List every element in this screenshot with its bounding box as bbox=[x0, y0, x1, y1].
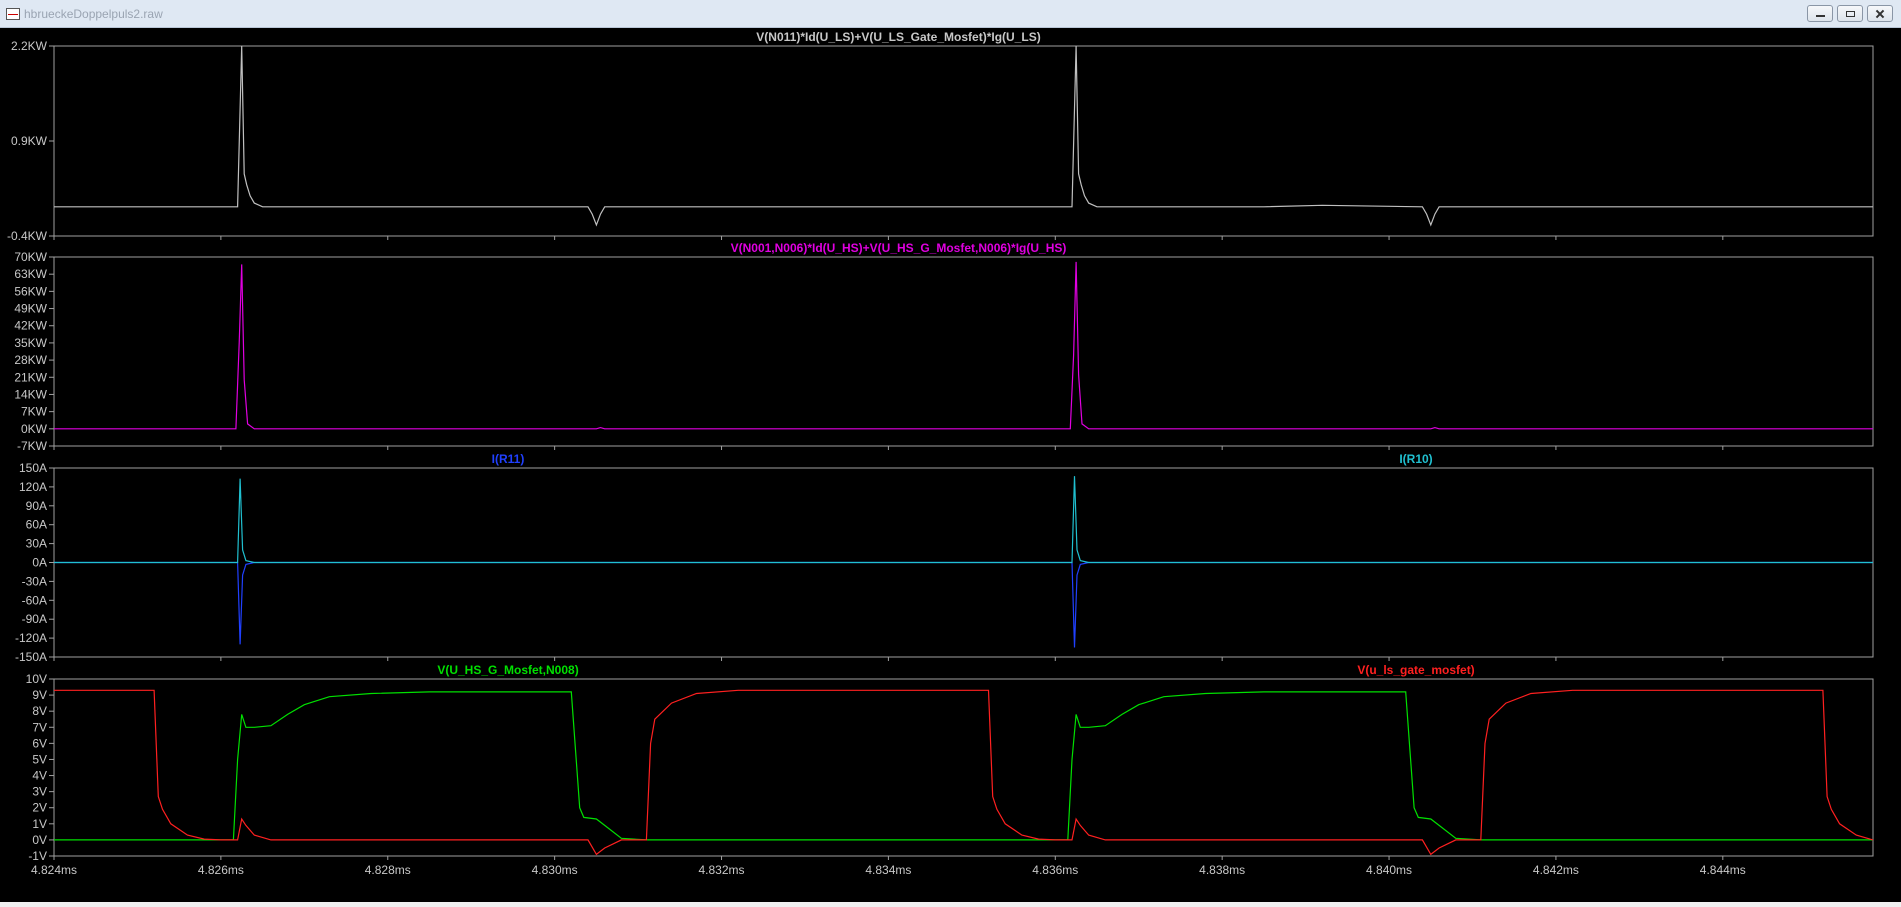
trace-legend-label: V(U_HS_G_Mosfet,N008) bbox=[437, 663, 578, 677]
trace-legend-label: I(R11) bbox=[492, 452, 525, 466]
y-tick-label: 1V bbox=[32, 817, 47, 831]
minimize-icon bbox=[1816, 14, 1825, 17]
plot-pane-3: 150A 120A 90A 60A 30A 0A -30A -60A -90A -120A -150… bbox=[15, 452, 1874, 664]
trace-legend-label: V(u_ls_gate_mosfet) bbox=[1357, 663, 1474, 677]
plot-frame bbox=[53, 678, 1874, 857]
y-tick-label: 28KW bbox=[14, 353, 47, 367]
y-tick-label: 63KW bbox=[14, 267, 47, 281]
y-tick-label: 7V bbox=[32, 720, 47, 734]
y-tick-label: -0.4KW bbox=[7, 229, 48, 243]
x-tick-label: 4.834ms bbox=[865, 863, 911, 877]
x-tick-label: 4.830ms bbox=[532, 863, 578, 877]
series-line bbox=[54, 261, 1873, 430]
x-tick-label: 4.842ms bbox=[1533, 863, 1579, 877]
y-tick-label: -120A bbox=[15, 631, 47, 645]
y-tick-label: -150A bbox=[15, 650, 47, 664]
y-tick-label: 7KW bbox=[21, 405, 48, 419]
y-tick-label: 0V bbox=[32, 833, 47, 847]
window-titlebar: hbrueckeDoppelpuls2.raw bbox=[0, 0, 1901, 28]
close-button[interactable] bbox=[1867, 5, 1893, 22]
y-tick-label: 42KW bbox=[14, 319, 47, 333]
close-icon bbox=[1876, 11, 1885, 17]
x-tick-label: 4.832ms bbox=[699, 863, 745, 877]
window-controls bbox=[1807, 5, 1893, 22]
y-tick-label: 0KW bbox=[21, 422, 48, 436]
y-tick-label: -30A bbox=[22, 574, 47, 588]
maximize-button[interactable] bbox=[1837, 5, 1863, 22]
y-tick-label: 90A bbox=[26, 499, 47, 513]
y-tick-label: 0.9KW bbox=[11, 134, 48, 148]
x-tick-label: 4.836ms bbox=[1032, 863, 1078, 877]
x-tick-label: 4.840ms bbox=[1366, 863, 1412, 877]
minimize-button[interactable] bbox=[1807, 5, 1833, 22]
plot-frame bbox=[53, 45, 1874, 237]
y-tick-label: 35KW bbox=[14, 336, 47, 350]
y-tick-label: 120A bbox=[19, 480, 47, 494]
series-line bbox=[54, 476, 1873, 564]
x-tick-label: 4.838ms bbox=[1199, 863, 1245, 877]
series-line bbox=[54, 691, 1873, 841]
series-line bbox=[54, 689, 1874, 856]
y-tick-label: 6V bbox=[32, 736, 47, 750]
trace-title: V(N001,N006)*Id(U_HS)+V(U_HS_G_Mosfet,N0… bbox=[731, 241, 1067, 255]
y-tick-label: 0A bbox=[32, 556, 47, 570]
y-tick-label: 8V bbox=[32, 704, 47, 718]
y-tick-label: 10V bbox=[26, 672, 47, 686]
y-tick-label: 49KW bbox=[14, 302, 47, 316]
waveform-app-icon bbox=[6, 8, 20, 20]
plot-pane-4: 10V 9V 8V 7V 6V 5V 4V 3V 2V 1V 0V -1V V(U_HS_G_Mosfe… bbox=[26, 663, 1874, 863]
y-tick-label: 2.2KW bbox=[11, 39, 48, 53]
trace-legend-label: I(R10) bbox=[1399, 452, 1432, 466]
y-tick-label: 70KW bbox=[14, 250, 47, 264]
x-tick-label: 4.844ms bbox=[1700, 863, 1746, 877]
x-tick-label: 4.826ms bbox=[198, 863, 244, 877]
plot-pane-1: 2.2KW 0.9KW -0.4KW V(N011)*Id(U_LS)+V(U_LS_… bbox=[7, 30, 1874, 243]
y-tick-label: 21KW bbox=[14, 370, 47, 384]
y-tick-label: 150A bbox=[19, 461, 47, 475]
y-tick-label: 2V bbox=[32, 801, 47, 815]
trace-title: V(N011)*Id(U_LS)+V(U_LS_Gate_Mosfet)*Ig(… bbox=[756, 30, 1040, 44]
y-tick-label: 56KW bbox=[14, 284, 47, 298]
plot-frame bbox=[53, 256, 1874, 447]
x-tick-label: 4.824ms bbox=[31, 863, 77, 877]
series-line bbox=[54, 561, 1873, 648]
y-tick-label: -60A bbox=[22, 593, 47, 607]
maximize-icon bbox=[1846, 11, 1855, 17]
series-line bbox=[54, 45, 1873, 227]
plot-pane-2: 70KW 63KW 56KW 49KW 42KW 35KW 28KW 21KW 14KW 7KW 0… bbox=[14, 241, 1874, 453]
y-tick-label: 5V bbox=[32, 752, 47, 766]
y-tick-label: 14KW bbox=[14, 387, 47, 401]
waveform-viewer[interactable]: 2.2KW 0.9KW -0.4KW V(N011)*Id(U_LS)+V(U_LS_… bbox=[0, 28, 1901, 902]
y-tick-label: 3V bbox=[32, 785, 47, 799]
y-tick-label: -1V bbox=[28, 849, 47, 863]
y-tick-label: 4V bbox=[32, 769, 47, 783]
y-tick-label: 9V bbox=[32, 688, 47, 702]
x-tick-label: 4.828ms bbox=[365, 863, 411, 877]
y-tick-label: -90A bbox=[22, 612, 47, 626]
window-title: hbrueckeDoppelpuls2.raw bbox=[24, 7, 163, 21]
y-tick-label: 30A bbox=[26, 537, 47, 551]
y-tick-label: -7KW bbox=[17, 439, 48, 453]
y-tick-label: 60A bbox=[26, 518, 47, 532]
waveform-plots-svg[interactable]: 2.2KW 0.9KW -0.4KW V(N011)*Id(U_LS)+V(U_LS_… bbox=[0, 28, 1901, 902]
